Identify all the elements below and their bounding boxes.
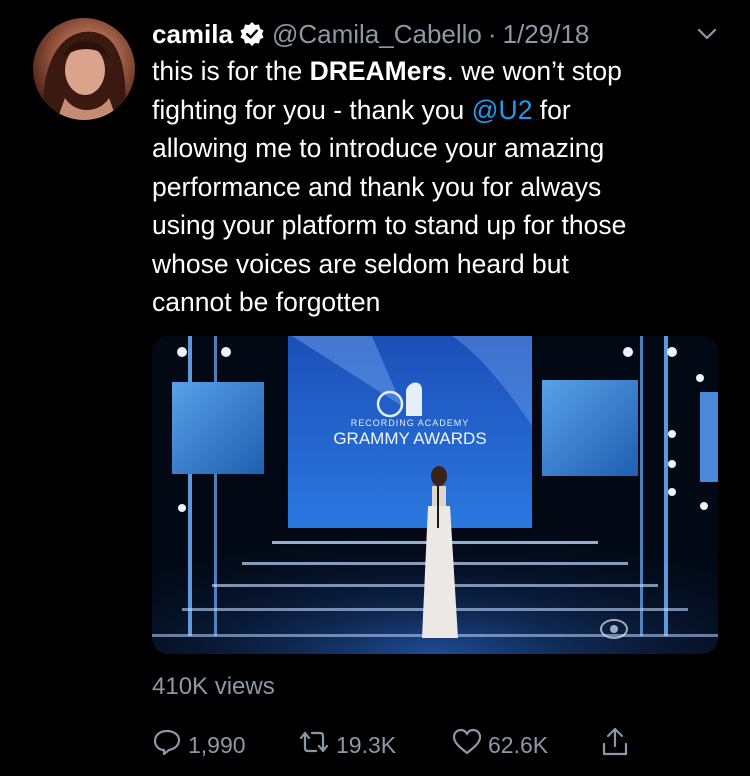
reply-button[interactable]: 1,990 — [152, 725, 246, 765]
tweet-text-line: fighting for you - thank you @U2 for — [152, 91, 732, 130]
text-segment: fighting for you - thank you — [152, 94, 472, 125]
author-name[interactable]: camila — [152, 19, 233, 50]
media-logo-main: GRAMMY AWARDS — [333, 429, 486, 448]
author-handle[interactable]: @Camila_Cabello — [272, 19, 482, 50]
tweet-date[interactable]: 1/29/18 — [503, 19, 590, 50]
mention-link[interactable]: @U2 — [472, 95, 533, 125]
view-count: 410K views — [152, 673, 275, 700]
text-segment: . we won’t stop — [446, 56, 622, 86]
grammy-stage-image: RECORDING ACADEMY GRAMMY AWARDS — [152, 336, 718, 654]
tweet-header: camila @Camila_Cabello · 1/29/18 — [152, 14, 589, 54]
media-logo-top: RECORDING ACADEMY — [351, 418, 470, 428]
text-segment: for — [532, 94, 571, 125]
retweet-icon — [298, 727, 336, 763]
tweet-text-line: this is for the DREAMers. we won’t stop — [152, 52, 732, 91]
bold-text-segment: DREAMers — [309, 56, 447, 86]
retweet-count: 19.3K — [336, 731, 397, 758]
reply-icon — [152, 727, 188, 763]
chevron-down-icon[interactable] — [693, 22, 721, 46]
tweet-text-line: using your platform to stand up for thos… — [152, 210, 627, 240]
header-separator: · — [487, 18, 497, 49]
share-icon — [600, 726, 636, 764]
tweet-text: this is for the DREAMers. we won’t stop … — [152, 52, 732, 322]
tweet-text-line: cannot be forgotten — [152, 287, 381, 317]
share-button[interactable] — [600, 725, 636, 765]
like-count: 62.6K — [488, 731, 549, 758]
tweet-text-line: whose voices are seldom heard but — [152, 248, 569, 279]
verified-badge-icon — [239, 21, 265, 47]
avatar[interactable] — [33, 18, 135, 120]
tweet-text-line: performance and thank you for always — [152, 171, 602, 202]
tweet-media-video[interactable]: RECORDING ACADEMY GRAMMY AWARDS — [152, 336, 718, 654]
tweet-text-line: allowing me to introduce your amazing — [152, 133, 605, 163]
like-icon — [452, 727, 488, 763]
avatar-image — [42, 31, 126, 120]
like-button[interactable]: 62.6K — [452, 725, 548, 765]
retweet-button[interactable]: 19.3K — [298, 725, 396, 765]
reply-count: 1,990 — [188, 731, 246, 758]
text-segment: this is for the — [152, 56, 310, 86]
tweet-actions: 1,990 19.3K 62.6K — [152, 725, 712, 765]
